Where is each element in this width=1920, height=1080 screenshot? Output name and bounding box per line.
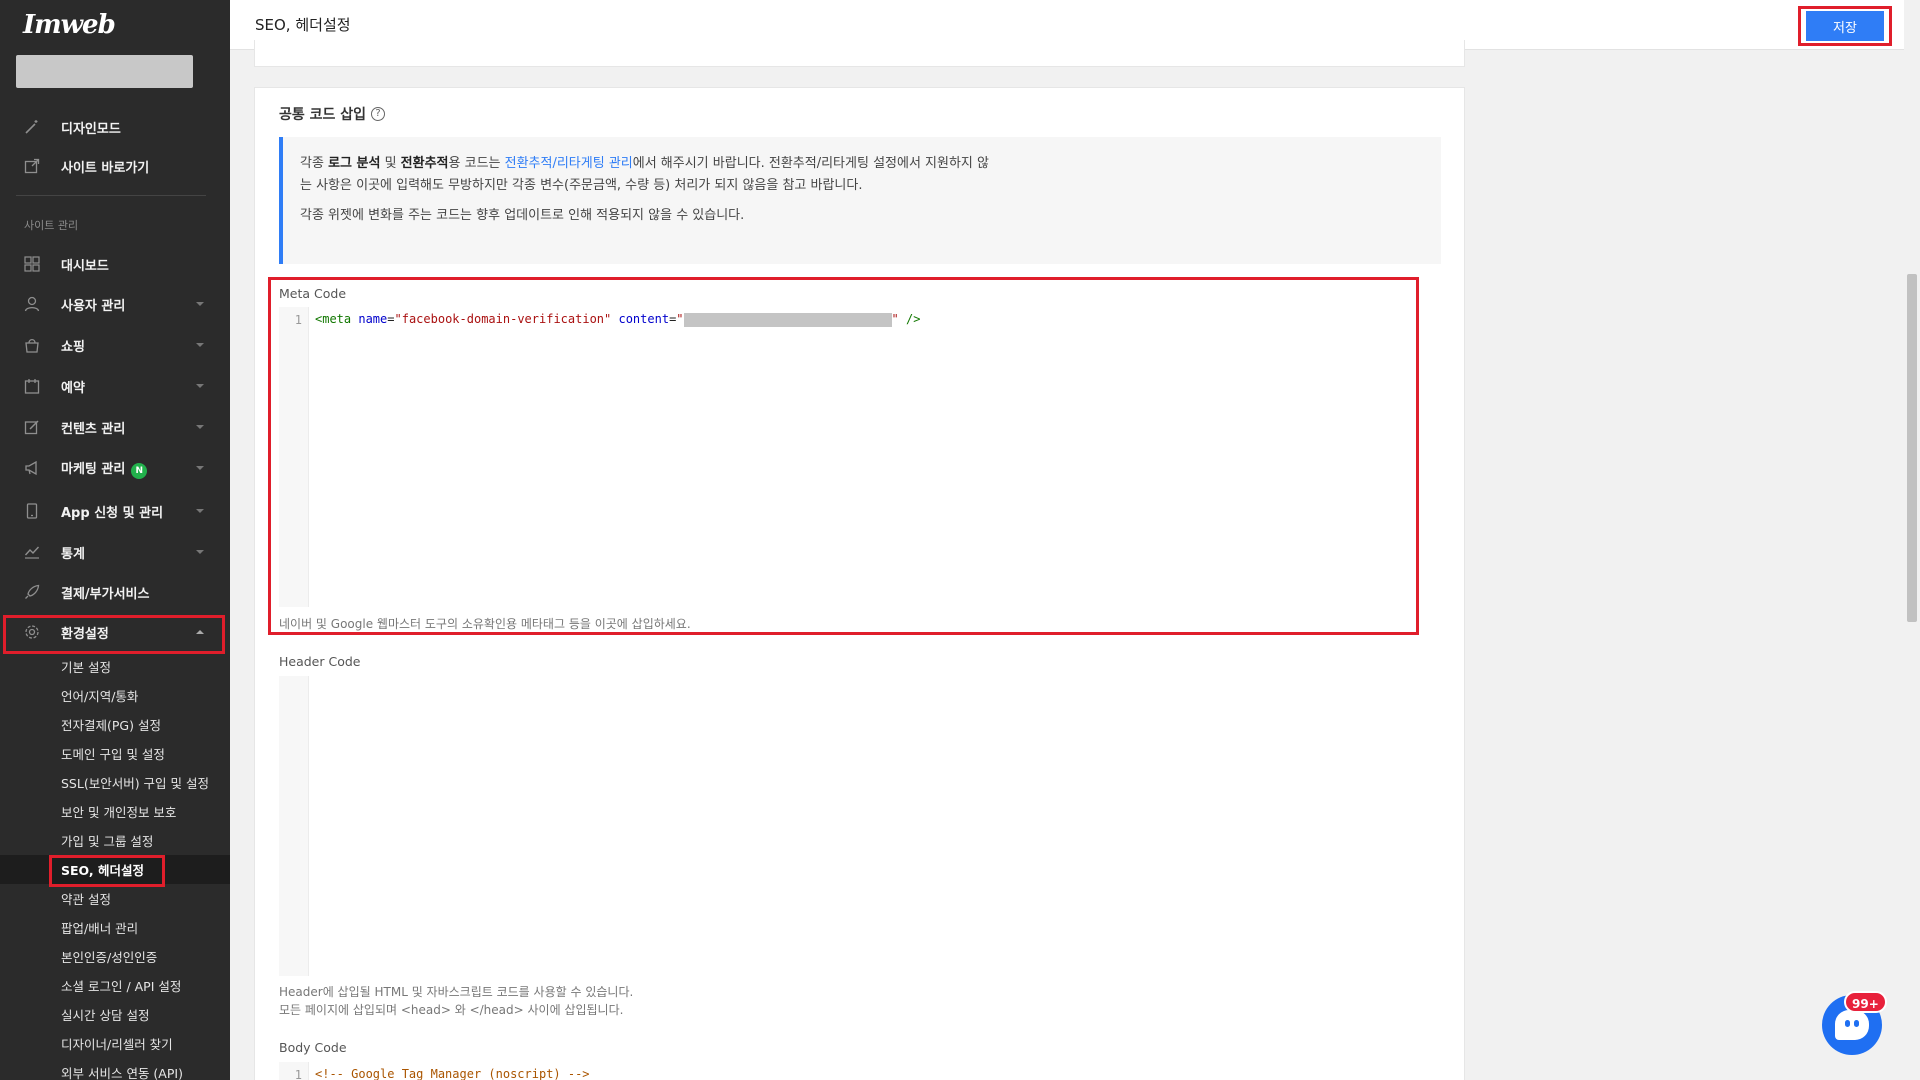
meta-code-editor[interactable]: 1 <meta name="facebook-domain-verificati… xyxy=(279,307,1441,607)
sub-item-language-region[interactable]: 언어/지역/통화 xyxy=(0,681,230,710)
sub-item-designer-reseller[interactable]: 디자이너/리셀러 찾기 xyxy=(0,1029,230,1058)
gear-icon xyxy=(23,623,41,641)
body-code-label: Body Code xyxy=(279,1040,347,1055)
sub-item-terms[interactable]: 약관 설정 xyxy=(0,884,230,913)
sub-item-external-api[interactable]: 외부 서비스 연동 (API) xyxy=(0,1058,230,1080)
body-code-line[interactable]: <!-- Google Tag Manager (noscript) --> xyxy=(315,1067,590,1080)
chevron-up-icon xyxy=(196,630,204,634)
sidebar-item-content-management[interactable]: 컨텐츠 관리 xyxy=(0,409,230,445)
chart-icon xyxy=(23,543,41,561)
sidebar-item-label: 쇼핑 xyxy=(61,339,85,355)
save-button[interactable]: 저장 xyxy=(1806,11,1884,41)
sidebar-item-marketing[interactable]: 마케팅 관리 N xyxy=(0,450,230,486)
sub-item-security-privacy[interactable]: 보안 및 개인정보 보호 xyxy=(0,797,230,826)
sidebar-item-dashboard[interactable]: 대시보드 xyxy=(0,246,230,282)
chevron-down-icon xyxy=(196,550,204,554)
previous-card-bottom xyxy=(254,40,1465,67)
chevron-down-icon xyxy=(196,343,204,347)
bag-icon xyxy=(23,336,41,354)
sidebar-item-label: 사용자 관리 xyxy=(61,298,126,314)
meta-code-label: Meta Code xyxy=(279,286,347,301)
sidebar-item-label: 예약 xyxy=(61,380,85,396)
redacted-content xyxy=(683,312,892,327)
page-title: SEO, 헤더설정 xyxy=(255,16,351,34)
meta-code-hint: 네이버 및 Google 웹마스터 도구의 소유확인용 메타태그 등을 이곳에 … xyxy=(279,617,691,631)
chat-unread-badge: 99+ xyxy=(1844,991,1887,1013)
site-name-redacted[interactable] xyxy=(16,55,193,88)
sub-item-seo-header[interactable]: SEO, 헤더설정 xyxy=(0,855,230,884)
sub-item-signup-groups[interactable]: 가입 및 그룹 설정 xyxy=(0,826,230,855)
sidebar-item-label: 마케팅 관리 N xyxy=(61,458,148,479)
external-link-icon xyxy=(23,157,41,175)
sidebar-section-label: 사이트 관리 xyxy=(24,219,79,232)
meta-code-line[interactable]: <meta name="facebook-domain-verification… xyxy=(315,312,920,327)
sub-item-identity-verification[interactable]: 본인인증/성인인증 xyxy=(0,942,230,971)
imweb-logo[interactable]: Imweb xyxy=(23,10,116,40)
chevron-down-icon xyxy=(196,302,204,306)
mobile-icon xyxy=(23,502,41,520)
section-title: 공통 코드 삽입 ? xyxy=(279,104,386,124)
sub-item-pg-settings[interactable]: 전자결제(PG) 설정 xyxy=(0,710,230,739)
line-number-gutter xyxy=(279,676,309,976)
sidebar-item-site-shortcut[interactable]: 사이트 바로가기 xyxy=(0,148,230,184)
body-code-editor[interactable]: 1 <!-- Google Tag Manager (noscript) --> xyxy=(279,1062,1441,1080)
calendar-icon xyxy=(23,377,41,395)
rocket-icon xyxy=(23,583,41,601)
sidebar-item-design-mode[interactable]: 디자인모드 xyxy=(0,109,230,145)
sidebar-item-label: 사이트 바로가기 xyxy=(61,160,150,176)
sidebar-item-label: 대시보드 xyxy=(61,258,109,274)
sub-item-domain[interactable]: 도메인 구입 및 설정 xyxy=(0,739,230,768)
sidebar-divider xyxy=(16,195,206,196)
sidebar-item-payment-services[interactable]: 결제/부가서비스 xyxy=(0,574,230,610)
info-paragraph-2: 각종 위젯에 변화를 주는 코드는 향후 업데이트로 인해 적용되지 않을 수 … xyxy=(300,208,745,223)
sub-item-basic-settings[interactable]: 기본 설정 xyxy=(0,652,230,681)
chevron-down-icon xyxy=(196,425,204,429)
sidebar-item-label: 통계 xyxy=(61,546,85,562)
sidebar-item-label: App 신청 및 관리 xyxy=(61,505,164,521)
header-code-hint-2: 모든 페이지에 삽입되며 <head> 와 </head> 사이에 삽입됩니다. xyxy=(279,1003,624,1017)
conversion-tracking-link[interactable]: 전환추적/리타게팅 관리 xyxy=(505,156,633,171)
chevron-down-icon xyxy=(196,509,204,513)
common-code-card: 공통 코드 삽입 ? 각종 로그 분석 및 전환추적용 코드는 전환추적/리타게… xyxy=(254,87,1465,1080)
sidebar-item-statistics[interactable]: 통계 xyxy=(0,534,230,570)
sidebar-item-app[interactable]: App 신청 및 관리 xyxy=(0,493,230,529)
highlight-save: 저장 xyxy=(1798,6,1892,46)
sub-item-live-chat[interactable]: 실시간 상담 설정 xyxy=(0,1000,230,1029)
sidebar: Imweb 디자인모드 사이트 바로가기 사이트 관리 대시보드 사용자 관리 … xyxy=(0,0,230,1080)
megaphone-icon xyxy=(23,459,41,477)
info-notice: 각종 로그 분석 및 전환추적용 코드는 전환추적/리타게팅 관리에서 해주시기… xyxy=(279,137,1441,264)
header-code-editor[interactable] xyxy=(279,676,1441,976)
sidebar-item-reservation[interactable]: 예약 xyxy=(0,368,230,404)
user-icon xyxy=(23,295,41,313)
help-icon[interactable]: ? xyxy=(371,107,386,121)
sidebar-item-settings[interactable]: 환경설정 xyxy=(0,614,230,650)
new-badge: N xyxy=(131,462,148,479)
header-code-label: Header Code xyxy=(279,654,361,669)
scrollbar-thumb[interactable] xyxy=(1907,274,1917,622)
edit-icon xyxy=(23,418,41,436)
sub-item-popup-banner[interactable]: 팝업/배너 관리 xyxy=(0,913,230,942)
sidebar-item-label: 결제/부가서비스 xyxy=(61,586,150,602)
sidebar-item-shopping[interactable]: 쇼핑 xyxy=(0,327,230,363)
line-number-gutter: 1 xyxy=(279,307,309,607)
sidebar-item-label: 디자인모드 xyxy=(61,121,121,137)
grid-icon xyxy=(23,255,41,273)
line-number-gutter: 1 xyxy=(279,1062,309,1080)
wand-icon xyxy=(23,118,41,136)
sidebar-item-label: 환경설정 xyxy=(61,626,109,642)
sub-item-social-login-api[interactable]: 소셜 로그인 / API 설정 xyxy=(0,971,230,1000)
header-code-hint-1: Header에 삽입될 HTML 및 자바스크립트 코드를 사용할 수 있습니다… xyxy=(279,985,634,999)
page-scrollbar[interactable] xyxy=(1904,0,1920,1080)
chevron-down-icon xyxy=(196,384,204,388)
sidebar-item-label: 컨텐츠 관리 xyxy=(61,421,126,437)
sub-item-ssl[interactable]: SSL(보안서버) 구입 및 설정 xyxy=(0,768,230,797)
info-paragraph-1: 각종 로그 분석 및 전환추적용 코드는 전환추적/리타게팅 관리에서 해주시기… xyxy=(300,156,989,193)
sidebar-item-user-management[interactable]: 사용자 관리 xyxy=(0,286,230,322)
chevron-down-icon xyxy=(196,466,204,470)
